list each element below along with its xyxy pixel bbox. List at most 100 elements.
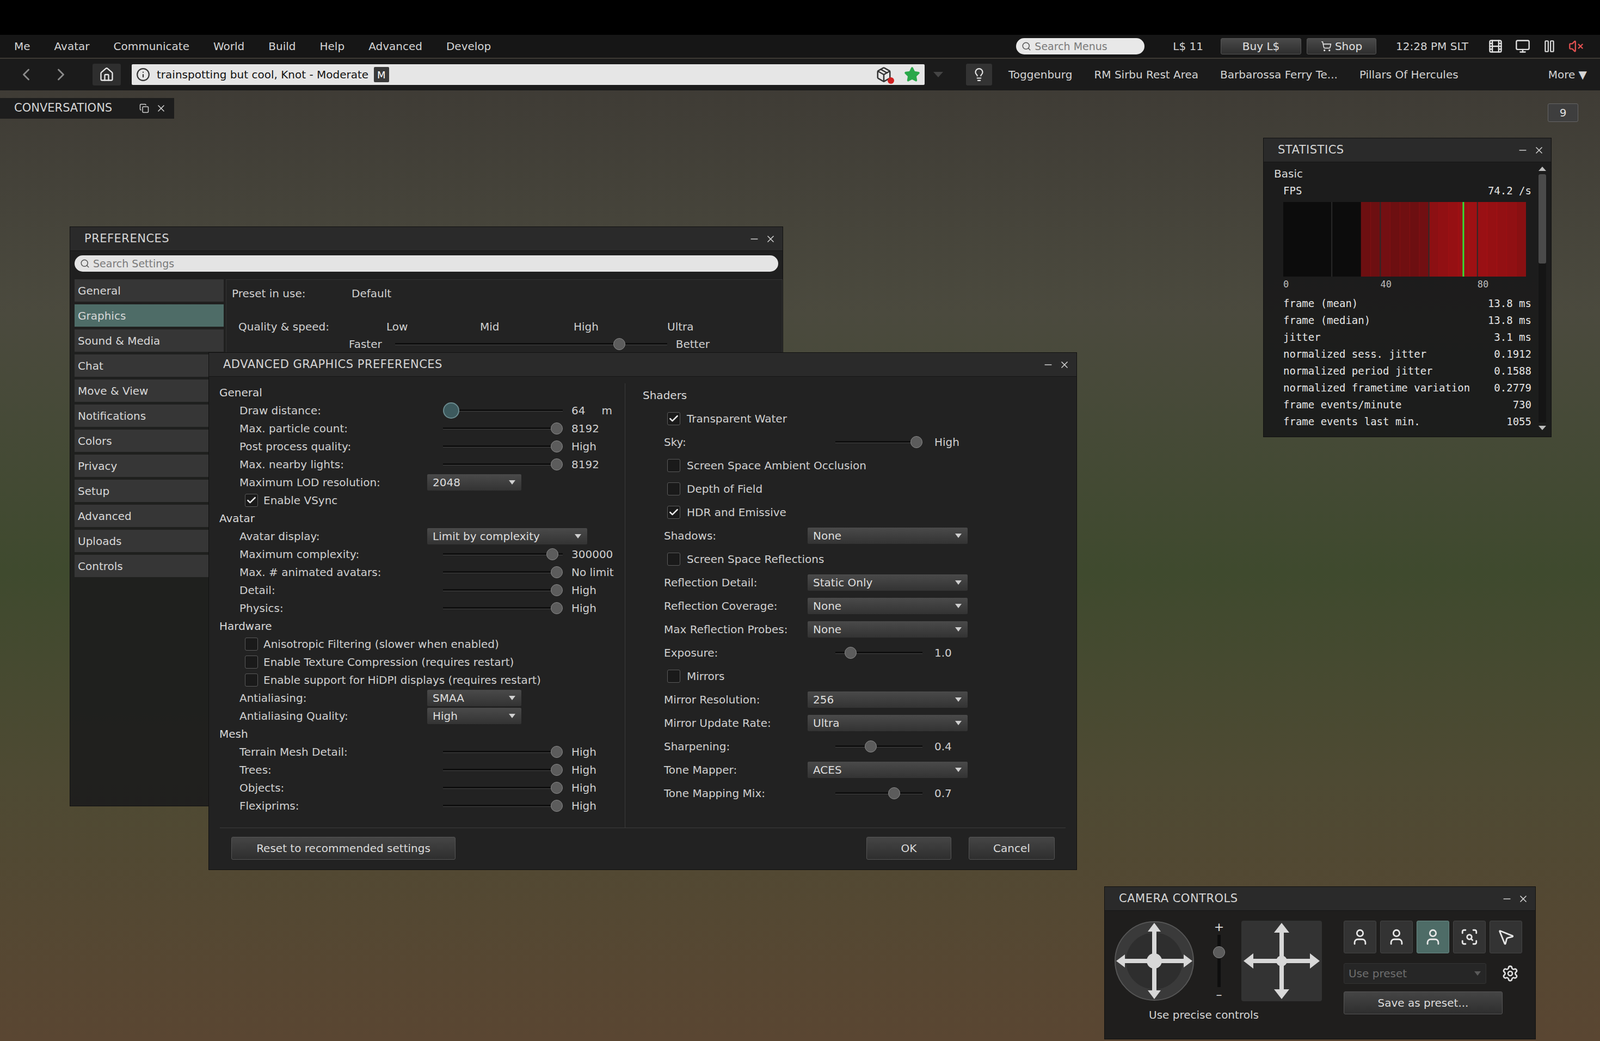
location-history-arrow-icon[interactable] (932, 70, 945, 79)
slider[interactable] (442, 420, 563, 437)
pause-icon[interactable] (1542, 39, 1557, 54)
dropdown[interactable]: None (807, 597, 969, 615)
notification-badge[interactable]: 9 (1547, 103, 1579, 122)
favorite-star-icon[interactable] (903, 66, 921, 83)
zoom-in[interactable]: + (1214, 920, 1224, 934)
close-icon[interactable] (1059, 359, 1070, 371)
slider[interactable] (442, 581, 563, 599)
slider[interactable] (442, 563, 563, 581)
close-icon[interactable] (1533, 144, 1545, 156)
zoom-out[interactable]: – (1216, 987, 1223, 1001)
checkbox[interactable] (244, 673, 258, 687)
sidebar-tab[interactable]: Graphics (74, 304, 224, 327)
stats-scrollbar[interactable] (1535, 165, 1549, 432)
menu-item[interactable]: Help (320, 38, 346, 55)
pan-control-icon[interactable] (1241, 920, 1322, 1001)
slider-knob[interactable] (550, 422, 563, 435)
favorite-landmark[interactable]: Barbarossa Ferry Te... (1220, 66, 1338, 83)
camera-view-button[interactable] (1380, 920, 1413, 953)
dropdown[interactable]: ACES (807, 760, 969, 779)
reset-button[interactable]: Reset to recommended settings (231, 836, 456, 860)
slider-knob[interactable] (888, 786, 901, 799)
checkbox[interactable] (667, 458, 681, 472)
camera-view-button[interactable] (1453, 920, 1486, 953)
checkbox[interactable] (667, 669, 681, 683)
slider-knob[interactable] (550, 763, 563, 776)
checkbox-row[interactable]: Anisotropic Filtering (slower when enabl… (208, 634, 625, 653)
cancel-button[interactable]: Cancel (968, 836, 1055, 860)
minimize-icon[interactable] (1042, 359, 1054, 371)
location-field[interactable]: trainspotting but cool, Knot - ModerateM (131, 64, 925, 85)
checkbox-row[interactable]: Mirrors (625, 663, 1077, 688)
checkbox-row[interactable]: Enable Texture Compression (requires res… (208, 652, 625, 671)
slider[interactable] (442, 402, 563, 419)
checkbox[interactable] (244, 637, 258, 651)
buy-currency-button[interactable]: Buy L$ (1220, 38, 1302, 55)
slider-knob[interactable] (613, 337, 626, 350)
checkbox[interactable] (667, 505, 681, 519)
slider[interactable] (442, 599, 563, 617)
sidebar-tab[interactable]: Chat (74, 354, 224, 377)
sidebar-tab[interactable]: Privacy (74, 454, 224, 477)
menu-item[interactable]: World (213, 38, 245, 55)
menu-item[interactable]: Develop (446, 38, 491, 55)
zoom-knob[interactable] (1213, 945, 1226, 958)
dropdown[interactable]: None (807, 620, 969, 638)
sound-muted-icon[interactable] (1568, 38, 1584, 54)
checkbox-row[interactable]: Depth of Field (625, 476, 1077, 501)
sidebar-tab[interactable]: Move & View (74, 379, 224, 402)
stats-section[interactable]: Basic (1263, 162, 1536, 182)
statistics-title-bar[interactable]: STATISTICS (1263, 138, 1552, 163)
checkbox-row[interactable]: Screen Space Reflections (625, 546, 1077, 571)
close-icon[interactable] (1517, 893, 1529, 904)
menu-item[interactable]: Advanced (368, 38, 423, 55)
dropdown[interactable]: Static Only (807, 573, 969, 592)
more-favorites[interactable]: More ▼ (1548, 66, 1587, 83)
sidebar-tab[interactable]: Uploads (74, 529, 224, 552)
slider[interactable] (442, 545, 563, 563)
slider-knob[interactable] (550, 745, 563, 758)
slider-knob[interactable] (550, 601, 563, 614)
sidebar-tab[interactable]: Setup (74, 479, 224, 502)
camera-view-button[interactable] (1416, 920, 1450, 953)
checkbox-row[interactable]: Screen Space Ambient Occlusion (625, 453, 1077, 477)
sidebar-tab[interactable]: General (74, 279, 224, 302)
slider-knob[interactable] (550, 583, 563, 596)
gear-icon[interactable] (1501, 964, 1519, 982)
slider-knob[interactable] (550, 440, 563, 453)
close-icon[interactable] (765, 233, 777, 245)
camera-controls-title-bar[interactable]: CAMERA CONTROLS (1104, 886, 1536, 911)
back-icon[interactable] (16, 64, 36, 85)
slider[interactable] (442, 438, 563, 455)
ok-button[interactable]: OK (866, 836, 952, 860)
slider[interactable] (442, 761, 563, 778)
slider-knob[interactable] (550, 565, 563, 578)
dropdown[interactable]: 256 (807, 690, 969, 709)
minimize-icon[interactable] (1501, 893, 1513, 904)
slider[interactable] (395, 335, 668, 353)
favorite-landmark[interactable]: Toggenburg (1008, 66, 1073, 83)
slider[interactable] (442, 797, 563, 814)
dropdown[interactable]: Ultra (807, 714, 969, 732)
slider[interactable] (442, 743, 563, 760)
dropdown[interactable]: Limit by complexity (426, 527, 588, 545)
slider-knob[interactable] (550, 781, 563, 794)
slider[interactable] (442, 456, 563, 473)
sidebar-tab[interactable]: Advanced (74, 504, 224, 527)
slider[interactable] (442, 779, 563, 796)
conversations-tab[interactable]: CONVERSATIONS (0, 97, 175, 119)
slider[interactable] (835, 737, 923, 755)
sidebar-tab[interactable]: Notifications (74, 404, 224, 427)
favorite-landmark[interactable]: Pillars Of Hercules (1359, 66, 1459, 83)
sidebar-tab[interactable]: Controls (74, 554, 224, 577)
precise-controls-label[interactable]: Use precise controls (1148, 1006, 1322, 1023)
sidebar-tab[interactable]: Colors (74, 429, 224, 452)
slider-knob[interactable] (550, 458, 563, 471)
dropdown[interactable]: 2048 (426, 473, 522, 491)
shop-button[interactable]: Shop (1306, 38, 1377, 55)
info-icon[interactable] (136, 67, 151, 82)
checkbox-row[interactable]: Enable VSync (208, 490, 625, 509)
save-preset-button[interactable]: Save as preset... (1343, 991, 1503, 1014)
orbit-joystick-icon[interactable] (1114, 920, 1195, 1001)
home-button[interactable] (92, 63, 121, 86)
